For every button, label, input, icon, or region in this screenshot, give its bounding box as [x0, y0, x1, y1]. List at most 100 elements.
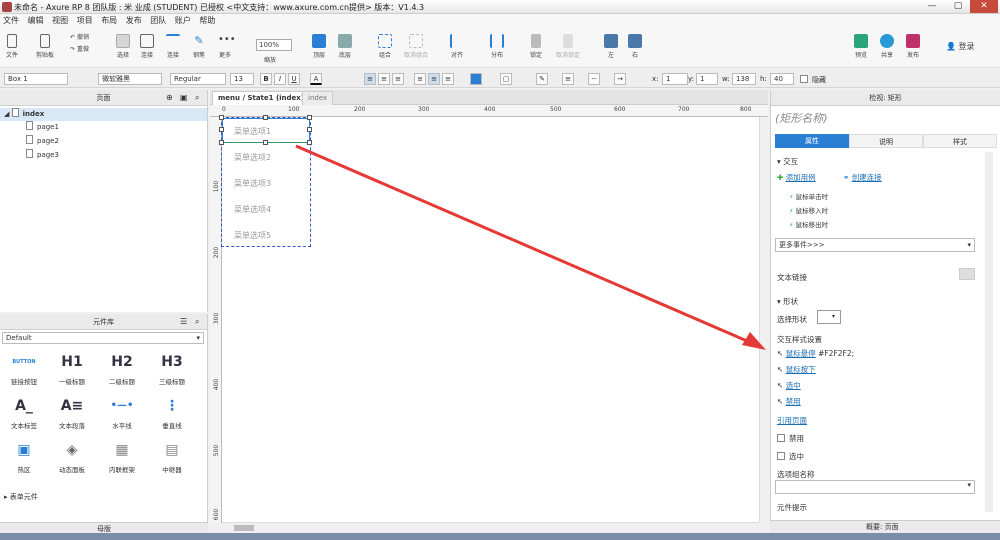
bold-button[interactable]: B: [260, 73, 272, 85]
font-size-select[interactable]: 13: [230, 73, 254, 85]
menu-option-5[interactable]: 菜单选项5: [234, 230, 271, 241]
menu-option-3[interactable]: 菜单选项3: [234, 178, 271, 189]
redo-button[interactable]: ↷ 重做: [70, 44, 89, 53]
menu-publish[interactable]: 发布: [123, 14, 145, 27]
valign-top-button[interactable]: ≡: [414, 73, 426, 85]
menu-team[interactable]: 团队: [147, 14, 169, 27]
resize-handle[interactable]: [307, 115, 312, 120]
menu-option-4[interactable]: 菜单选项4: [234, 204, 271, 215]
zoom-select[interactable]: 100%: [256, 39, 292, 51]
event-onmouseout[interactable]: ⚡ 鼠标移出时: [789, 219, 828, 229]
shape-name-input[interactable]: (矩形名称): [775, 110, 991, 128]
create-link-link[interactable]: ⚭ 创建连接: [843, 172, 882, 183]
font-color-button[interactable]: A: [310, 73, 322, 85]
publish-button[interactable]: 发布: [906, 34, 920, 59]
style-selected[interactable]: ↖ 选中: [777, 380, 801, 391]
library-menu-icon[interactable]: ☰: [180, 317, 187, 326]
widget-link-button[interactable]: BUTTON 链接按钮: [2, 350, 46, 386]
page-item-page2[interactable]: page2: [26, 135, 59, 148]
close-button[interactable]: ✕: [970, 0, 998, 13]
menu-layout[interactable]: 布局: [98, 14, 120, 27]
form-widgets-section[interactable]: ▸ 表单元件: [4, 492, 38, 502]
menu-option-2[interactable]: 菜单选项2: [234, 152, 271, 163]
text-link-button[interactable]: [959, 268, 975, 280]
library-search-icon[interactable]: ⌕: [195, 317, 199, 327]
style-mousedown[interactable]: ↖ 鼠标按下: [777, 364, 816, 375]
disabled-checkbox-row[interactable]: 禁用: [777, 433, 804, 444]
italic-button[interactable]: I: [274, 73, 286, 85]
reference-page-link[interactable]: 引用页面: [777, 415, 807, 426]
selected-checkbox-row[interactable]: 选中: [777, 451, 804, 462]
interaction-section-header[interactable]: ▾ 交互: [777, 156, 798, 167]
resize-handle[interactable]: [307, 127, 312, 132]
share-button[interactable]: 共享: [880, 34, 894, 59]
selected-checkbox[interactable]: [777, 452, 785, 460]
undo-button[interactable]: ↶ 撤销: [70, 32, 89, 41]
ungroup-button[interactable]: 取消组合: [404, 34, 428, 59]
menu-view[interactable]: 视图: [49, 14, 71, 27]
lock-button[interactable]: 锁定: [530, 34, 542, 59]
menu-file[interactable]: 文件: [0, 14, 22, 27]
right-button[interactable]: 右: [628, 34, 642, 59]
page-item-page3[interactable]: page3: [26, 149, 59, 162]
resize-handle[interactable]: [307, 140, 312, 145]
element-type-select[interactable]: Box 1: [4, 73, 68, 85]
font-family-select[interactable]: 微软雅黑: [98, 73, 162, 85]
menu-widget[interactable]: 菜单选项1 菜单选项2 菜单选项3 菜单选项4 菜单选项5: [219, 115, 312, 247]
add-case-link[interactable]: ✚ 添加用例: [777, 172, 816, 183]
left-button[interactable]: 左: [604, 34, 618, 59]
file-button[interactable]: 文件: [6, 34, 18, 59]
clipboard-button[interactable]: 剪贴板: [36, 34, 54, 59]
page-item-index[interactable]: ◢ index: [0, 108, 207, 121]
widget-h2[interactable]: H2 二级标题: [100, 350, 144, 386]
menu-option-1[interactable]: 菜单选项1: [234, 126, 271, 137]
tab-properties[interactable]: 属性: [775, 134, 849, 148]
resize-handle[interactable]: [219, 115, 224, 120]
menu-account[interactable]: 账户: [172, 14, 194, 27]
group-button[interactable]: 组合: [378, 34, 392, 59]
style-hover[interactable]: ↖ 鼠标悬停 #F2F2F2;: [777, 348, 854, 359]
unlock-button[interactable]: 取消锁定: [556, 34, 580, 59]
add-page-icon[interactable]: ⊕: [166, 93, 173, 102]
widget-repeater[interactable]: ▤ 中继器: [150, 438, 194, 474]
more-button[interactable]: ••• 更多: [218, 34, 236, 59]
x-input[interactable]: 1: [662, 73, 688, 85]
widget-vertical-line[interactable]: ⋮ 垂直线: [150, 394, 194, 430]
select-shape-button[interactable]: ▾: [817, 310, 841, 324]
resize-handle[interactable]: [219, 127, 224, 132]
distribute-button[interactable]: 分布: [490, 34, 504, 59]
valign-middle-button[interactable]: ≡: [428, 73, 440, 85]
widget-text-label[interactable]: A_ 文本标签: [2, 394, 46, 430]
menu-edit[interactable]: 编辑: [25, 14, 47, 27]
login-button[interactable]: 👤 登录: [946, 41, 975, 52]
bring-top-button[interactable]: 顶层: [312, 34, 326, 59]
widget-horizontal-line[interactable]: •—• 水平线: [100, 394, 144, 430]
maximize-button[interactable]: ▢: [946, 0, 970, 13]
preview-button[interactable]: 预览: [854, 34, 868, 59]
tab-style[interactable]: 样式: [923, 134, 997, 148]
widget-h3[interactable]: H3 三级标题: [150, 350, 194, 386]
line-width-button[interactable]: ≡: [562, 73, 574, 85]
widget-h1[interactable]: H1 一级标题: [50, 350, 94, 386]
select-tool[interactable]: 选择: [116, 34, 130, 59]
canvas-vertical-scrollbar[interactable]: [759, 117, 768, 522]
valign-bottom-button[interactable]: ≡: [442, 73, 454, 85]
line-color-button[interactable]: ✎: [536, 73, 548, 85]
menu-project[interactable]: 项目: [74, 14, 96, 27]
align-button[interactable]: 对齐: [450, 34, 464, 59]
align-right-button[interactable]: ≡: [392, 73, 404, 85]
resize-handle[interactable]: [263, 115, 268, 120]
w-input[interactable]: 138: [732, 73, 756, 85]
minimize-button[interactable]: —: [920, 0, 944, 13]
search-icon[interactable]: ⌕: [195, 93, 199, 103]
option-group-select[interactable]: ▾: [775, 480, 975, 494]
event-onclick[interactable]: ⚡ 鼠标单击时: [789, 191, 828, 201]
align-center-button[interactable]: ≡: [378, 73, 390, 85]
y-input[interactable]: 1: [696, 73, 718, 85]
widget-hotspot[interactable]: ▣ 热区: [2, 438, 46, 474]
shadow-button[interactable]: ▢: [500, 73, 512, 85]
scroll-thumb[interactable]: [234, 525, 254, 531]
inspector-scrollbar[interactable]: [985, 152, 993, 512]
widget-text-paragraph[interactable]: A≡ 文本段落: [50, 394, 94, 430]
pen-tool[interactable]: ✎ 钢笔: [192, 34, 206, 59]
